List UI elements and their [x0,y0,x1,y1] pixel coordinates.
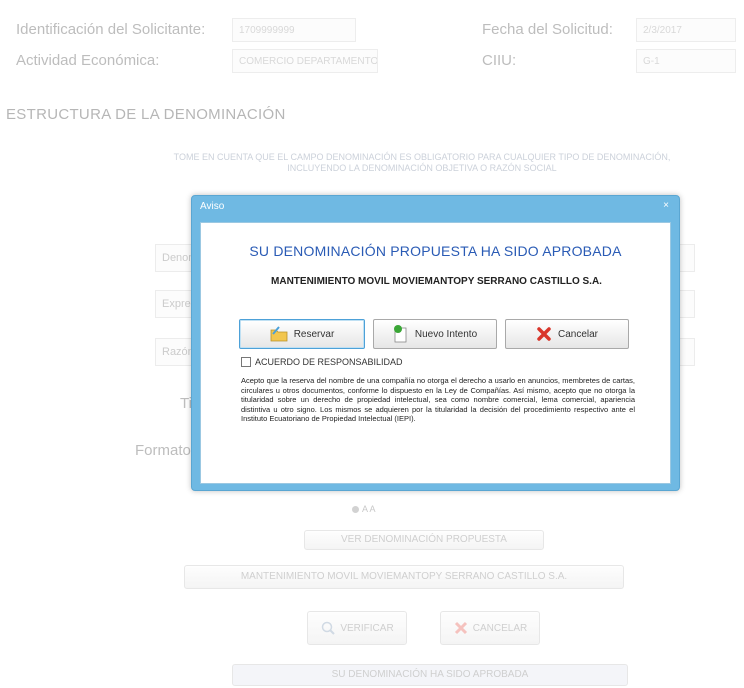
dialog-body: SU DENOMINACIÓN PROPUESTA HA SIDO APROBA… [200,222,671,484]
close-icon[interactable]: × [660,200,672,212]
reservar-button[interactable]: Reservar [239,319,365,349]
responsabilidad-checkbox-row[interactable]: ACUERDO DE RESPONSABILIDAD [241,357,403,367]
nuevo-intento-button[interactable]: Nuevo Intento [373,319,497,349]
cancel-x-icon [537,327,551,341]
dialog-title: Aviso [200,201,225,212]
approved-message: SU DENOMINACIÓN PROPUESTA HA SIDO APROBA… [249,243,622,259]
approval-dialog: Aviso × SU DENOMINACIÓN PROPUESTA HA SID… [191,195,680,491]
nuevo-intento-label: Nuevo Intento [414,328,478,340]
refresh-document-icon [393,325,407,343]
company-name: MANTENIMIENTO MOVIL MOVIEMANTOPY SERRANO… [271,276,602,287]
cancelar-label: Cancelar [557,328,599,340]
save-folder-icon [270,326,288,342]
cancelar-button[interactable]: Cancelar [505,319,629,349]
responsabilidad-checkbox[interactable] [241,357,251,367]
legal-text: Acepto que la reserva del nombre de una … [241,376,635,423]
reservar-label: Reservar [293,328,335,340]
checkbox-label: ACUERDO DE RESPONSABILIDAD [255,357,403,367]
